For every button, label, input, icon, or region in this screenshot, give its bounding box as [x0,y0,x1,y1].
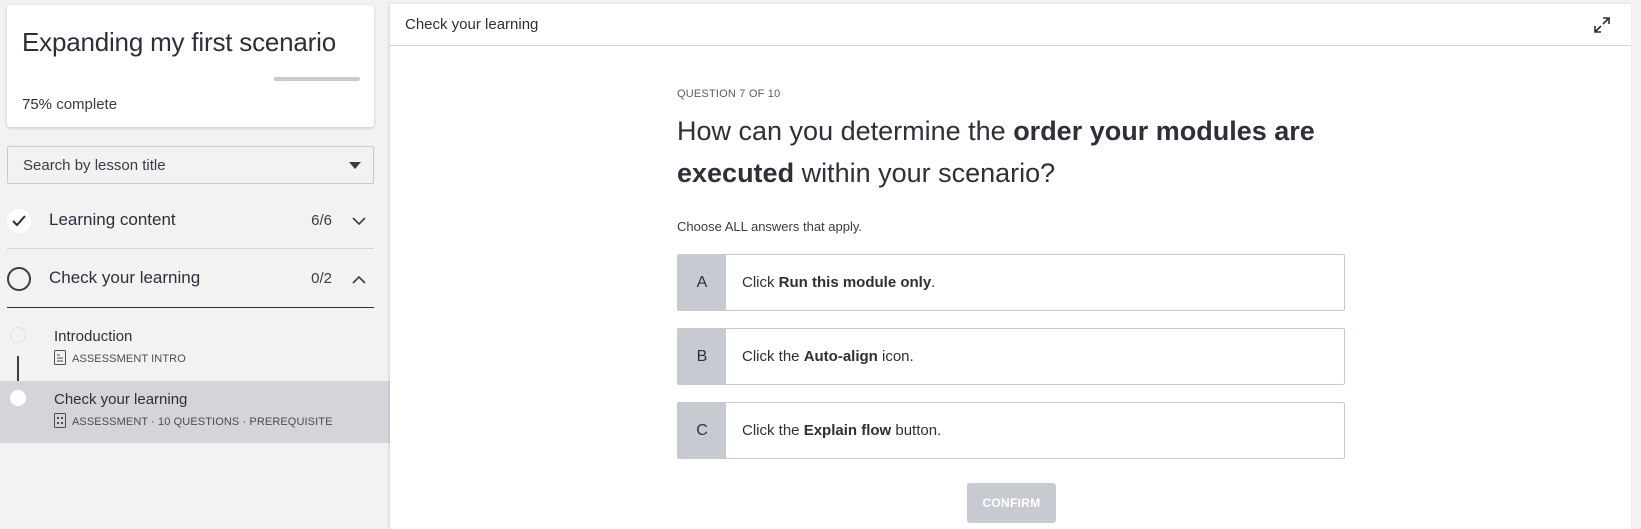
answer-text: Click the Explain flow button. [742,422,941,439]
answer-text-part: Click the [742,422,804,439]
question-text-part: How can you determine the [677,116,1014,146]
course-card: Expanding my first scenario 75% complete [7,5,374,127]
caret-down-icon [349,162,361,169]
progress-bar [274,77,360,81]
question-text-part: within your scenario? [794,158,1056,188]
lesson-search-dropdown[interactable]: Search by lesson title [7,146,374,184]
document-icon [54,350,66,368]
lesson-item-check-your-learning[interactable]: Check your learning ASSESSMENT · 10 QUES… [0,381,390,443]
answer-text: Click the Auto-align icon. [742,348,914,365]
section-count: 0/2 [311,270,332,287]
lesson-title: Check your learning [54,391,188,408]
lesson-status-dot [10,327,26,343]
main-panel: Check your learning QUESTION 7 OF 10 How… [390,4,1631,529]
lesson-meta: ASSESSMENT · 10 QUESTIONS · PREREQUISITE [54,413,333,431]
chevron-up-icon[interactable] [352,271,366,289]
main-header: Check your learning [390,4,1631,46]
progress-bar-fill [274,77,339,81]
question-instruction: Choose ALL answers that apply. [677,219,863,234]
answer-option-a[interactable]: A Click Run this module only. [677,254,1345,311]
answer-option-b[interactable]: B Click the Auto-align icon. [677,328,1345,385]
lesson-status-dot [10,390,26,406]
document-icon [54,413,66,431]
answer-text-part: button. [891,422,942,439]
answer-option-c[interactable]: C Click the Explain flow button. [677,402,1345,459]
answer-text-emphasis: Auto-align [803,348,878,365]
answer-text-part: icon. [877,348,914,365]
section-label: Learning content [49,210,176,229]
sidebar: Expanding my first scenario 75% complete… [0,0,390,529]
question-text: How can you determine the order your mod… [677,110,1357,194]
section-learning-content[interactable]: Learning content 6/6 [7,193,374,249]
section-label: Check your learning [49,268,201,287]
lesson-title: Introduction [54,328,133,345]
question-counter: QUESTION 7 OF 10 [677,88,781,100]
lesson-meta-text: ASSESSMENT INTRO [72,352,186,365]
answer-letter: C [678,403,726,458]
progress-text: 75% complete [22,96,117,113]
lesson-meta: ASSESSMENT INTRO [54,350,186,368]
check-icon [7,209,31,233]
expand-icon[interactable] [1593,16,1611,39]
answer-text-part: Click the [742,348,804,365]
section-check-your-learning[interactable]: Check your learning 0/2 [7,251,374,308]
lesson-item-introduction[interactable]: Introduction ASSESSMENT INTRO [0,318,390,380]
section-count: 6/6 [311,212,332,229]
search-placeholder: Search by lesson title [23,157,166,174]
answer-letter: B [678,329,726,384]
answer-text-emphasis: Explain flow [803,422,892,439]
answer-text-part: . [931,274,936,291]
answer-text-emphasis: Run this module only [778,274,932,291]
answer-text: Click Run this module only. [742,274,935,291]
incomplete-circle-icon [7,267,31,291]
course-title: Expanding my first scenario [22,27,336,57]
chevron-down-icon[interactable] [352,213,366,231]
lesson-meta-text: ASSESSMENT · 10 QUESTIONS · PREREQUISITE [72,415,333,428]
confirm-button[interactable]: CONFIRM [967,483,1056,523]
main-header-title: Check your learning [405,16,539,33]
progress-label: complete [56,96,118,113]
answer-text-part: Click [742,274,779,291]
progress-percent: 75% [22,96,53,113]
answer-letter: A [678,255,726,310]
